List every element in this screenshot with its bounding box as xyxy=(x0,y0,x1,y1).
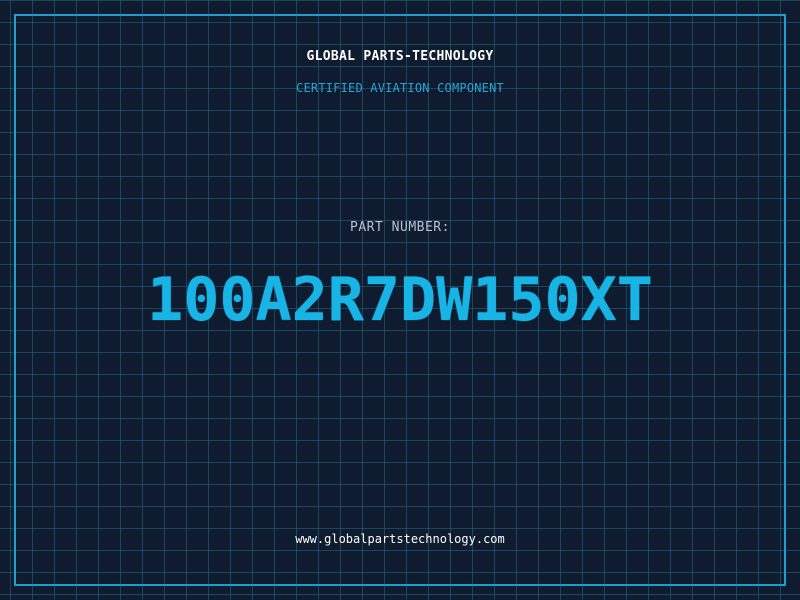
part-number-value: 100A2R7DW150XT xyxy=(147,265,653,335)
part-card: GLOBAL PARTS-TECHNOLOGY CERTIFIED AVIATI… xyxy=(0,0,800,600)
website-url: www.globalpartstechnology.com xyxy=(295,532,505,546)
tagline: CERTIFIED AVIATION COMPONENT xyxy=(296,81,504,95)
part-number-label: PART NUMBER: xyxy=(350,220,450,235)
company-name: GLOBAL PARTS-TECHNOLOGY xyxy=(306,49,494,64)
